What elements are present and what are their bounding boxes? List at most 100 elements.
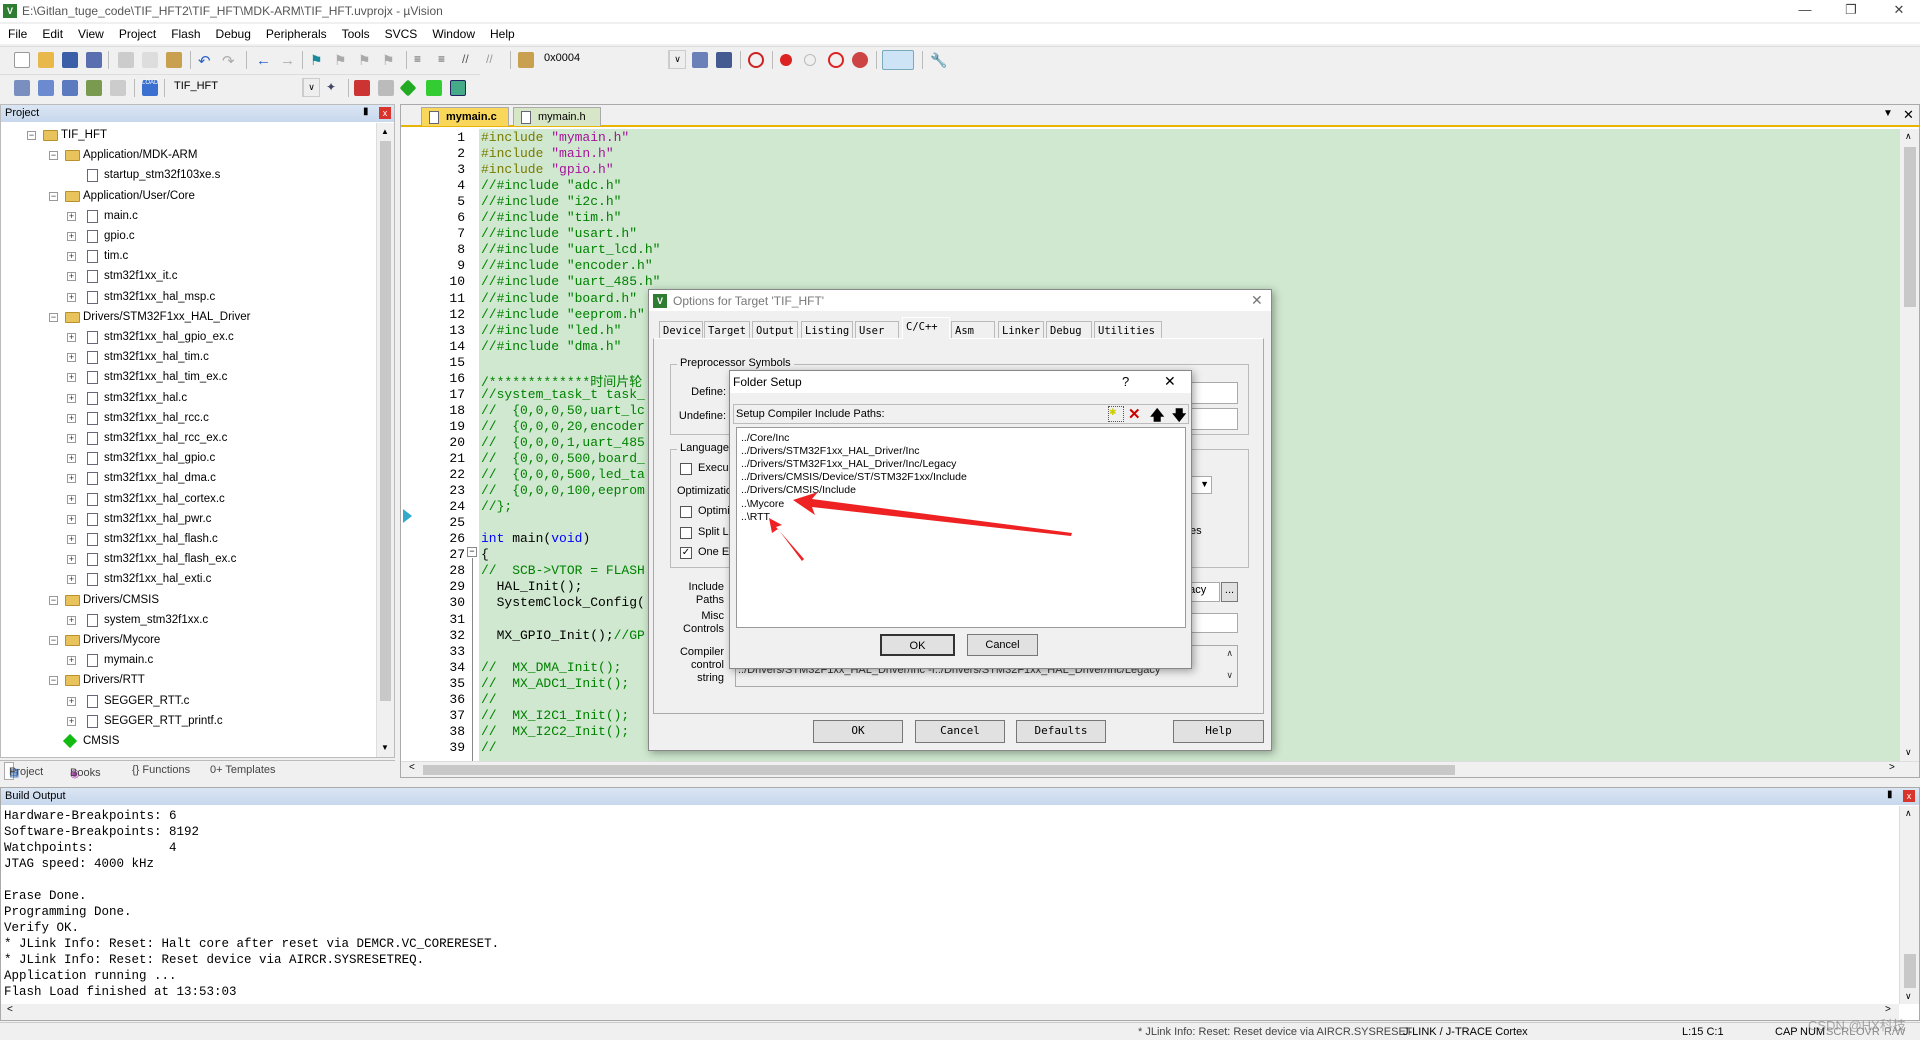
tree-item[interactable]: + gpio.c bbox=[1, 228, 371, 246]
expand-icon[interactable]: + bbox=[67, 535, 76, 544]
tree-item[interactable]: + stm32f1xx_hal_rcc_ex.c bbox=[1, 430, 371, 448]
tree-item[interactable]: + stm32f1xx_hal.c bbox=[1, 390, 371, 408]
close-tab-icon[interactable]: ✕ bbox=[1903, 107, 1914, 123]
tab-project[interactable]: ▦ Project bbox=[4, 762, 43, 780]
expand-icon[interactable]: + bbox=[67, 272, 76, 282]
close-dialog-button[interactable]: ✕ bbox=[1164, 373, 1176, 390]
address-combo[interactable]: 0x0004 bbox=[540, 50, 686, 69]
include-paths-list[interactable]: ../Core/Inc ../Drivers/STM32F1xx_HAL_Driv… bbox=[736, 427, 1186, 628]
options-tab-target[interactable]: Target bbox=[704, 321, 750, 339]
incremental-find-icon[interactable] bbox=[716, 52, 732, 68]
indent-icon[interactable]: ≡ bbox=[414, 52, 430, 68]
include-path-item[interactable]: ../Core/Inc bbox=[741, 432, 789, 444]
options-tab-utilities[interactable]: Utilities bbox=[1094, 321, 1162, 339]
scroll-thumb[interactable] bbox=[1904, 954, 1916, 988]
rebuild-icon[interactable] bbox=[62, 80, 78, 96]
tree-item[interactable]: + stm32f1xx_hal_pwr.c bbox=[1, 511, 371, 529]
tree-item[interactable]: − Drivers/CMSIS bbox=[1, 592, 371, 610]
disable-breakpoint-icon[interactable] bbox=[804, 54, 816, 66]
folder-ok-button[interactable]: OK bbox=[880, 634, 955, 656]
open-file-icon[interactable] bbox=[38, 52, 54, 68]
debug-session-icon[interactable] bbox=[748, 52, 764, 68]
options-tab-device[interactable]: Device bbox=[659, 321, 703, 339]
tab-templates[interactable]: 0+ Templates bbox=[210, 764, 276, 776]
options-tab-user[interactable]: User bbox=[855, 321, 899, 339]
paste-icon[interactable] bbox=[166, 52, 182, 68]
tab-list-dropdown-icon[interactable]: ▼ bbox=[1883, 108, 1893, 119]
close-panel-button[interactable]: x bbox=[1903, 790, 1915, 802]
undo-icon[interactable]: ↶ bbox=[198, 52, 214, 70]
unindent-icon[interactable]: ≡ bbox=[438, 52, 454, 68]
tree-item[interactable]: + SEGGER_RTT.c bbox=[1, 693, 371, 711]
build-vscroll[interactable]: ∧ ∨ bbox=[1899, 806, 1919, 1004]
tree-item[interactable]: + stm32f1xx_hal_cortex.c bbox=[1, 491, 371, 509]
tree-item[interactable]: − Application/MDK-ARM bbox=[1, 147, 371, 165]
options-tab-asm[interactable]: Asm bbox=[951, 321, 995, 339]
editor-hscroll[interactable]: < > bbox=[401, 761, 1919, 777]
target-dropdown[interactable]: ∨ bbox=[302, 78, 320, 97]
tree-item[interactable]: + stm32f1xx_hal_gpio.c bbox=[1, 450, 371, 468]
comment-icon[interactable]: // bbox=[462, 52, 478, 68]
browse-include-paths-button[interactable]: ... bbox=[1221, 582, 1238, 602]
options-tab-cc[interactable]: C/C++ bbox=[902, 317, 950, 339]
tree-item[interactable]: + stm32f1xx_hal_rcc.c bbox=[1, 410, 371, 428]
optimize-time-checkbox[interactable] bbox=[680, 506, 692, 518]
bookmark-icon[interactable]: ⚑ bbox=[310, 52, 326, 68]
define-input[interactable] bbox=[1190, 382, 1238, 404]
maximize-button[interactable]: ❐ bbox=[1836, 2, 1866, 20]
expand-icon[interactable]: + bbox=[67, 555, 76, 565]
tree-item[interactable]: + stm32f1xx_hal_gpio_ex.c bbox=[1, 329, 371, 347]
folder-cancel-button[interactable]: Cancel bbox=[967, 634, 1038, 656]
navigate-forward-icon[interactable]: → bbox=[280, 52, 296, 69]
scroll-left-icon[interactable]: < bbox=[7, 1004, 13, 1015]
expand-icon[interactable]: + bbox=[67, 413, 76, 423]
menu-svcs[interactable]: SVCS bbox=[377, 24, 425, 41]
tree-item[interactable]: − Drivers/RTT bbox=[1, 672, 371, 690]
menu-window[interactable]: Window bbox=[424, 24, 482, 41]
options-defaults-button[interactable]: Defaults bbox=[1016, 720, 1106, 743]
menu-view[interactable]: View bbox=[70, 24, 111, 41]
tree-item[interactable]: − Drivers/STM32F1xx_HAL_Driver bbox=[1, 309, 371, 327]
kill-all-breakpoints-icon[interactable] bbox=[852, 52, 868, 68]
tree-item[interactable]: − Drivers/Mycore bbox=[1, 632, 371, 650]
find-in-files-icon[interactable] bbox=[518, 52, 534, 68]
expand-icon[interactable]: + bbox=[67, 393, 76, 403]
include-path-item[interactable]: ../Drivers/STM32F1xx_HAL_Driver/Inc/Lega… bbox=[741, 458, 956, 470]
scroll-right-icon[interactable]: > bbox=[1885, 1004, 1891, 1015]
include-path-item[interactable]: ../Drivers/STM32F1xx_HAL_Driver/Inc bbox=[741, 445, 920, 457]
options-help-button[interactable]: Help bbox=[1173, 720, 1264, 743]
tree-item[interactable]: + stm32f1xx_hal_flash.c bbox=[1, 531, 371, 549]
expand-icon[interactable]: + bbox=[67, 353, 76, 363]
scroll-thumb[interactable] bbox=[1904, 147, 1916, 307]
tab-mymain-h[interactable]: mymain.h bbox=[513, 107, 601, 126]
scroll-left-icon[interactable]: < bbox=[409, 762, 415, 773]
tree-item[interactable]: startup_stm32f103xe.s bbox=[1, 167, 371, 185]
build-icon[interactable] bbox=[38, 80, 54, 96]
move-up-icon[interactable]: 🡅 bbox=[1150, 405, 1164, 429]
tree-item[interactable]: + stm32f1xx_hal_flash_ex.c bbox=[1, 551, 371, 569]
navigate-back-icon[interactable]: ← bbox=[256, 52, 272, 69]
project-scrollbar[interactable]: ▲ ▼ bbox=[376, 123, 394, 757]
options-tab-listing[interactable]: Listing bbox=[801, 321, 853, 339]
next-bookmark-icon[interactable]: ⚑ bbox=[358, 52, 374, 68]
undefine-input[interactable] bbox=[1190, 408, 1238, 430]
expand-icon[interactable]: + bbox=[67, 373, 76, 383]
include-path-item[interactable]: ../Drivers/CMSIS/Device/ST/STM32F1xx/Inc… bbox=[741, 471, 967, 483]
disable-all-breakpoints-icon[interactable] bbox=[828, 52, 844, 68]
close-window-button[interactable]: ✕ bbox=[1884, 2, 1914, 20]
expand-icon[interactable]: + bbox=[67, 494, 76, 504]
redo-icon[interactable]: ↷ bbox=[222, 52, 238, 70]
run-time-environment-icon[interactable] bbox=[450, 80, 466, 96]
file-extensions-icon[interactable] bbox=[354, 80, 370, 96]
options-for-target-icon[interactable]: ✦ bbox=[326, 80, 342, 96]
help-button[interactable]: ? bbox=[1122, 374, 1129, 389]
collapse-icon[interactable]: − bbox=[49, 191, 58, 201]
tree-item[interactable]: + stm32f1xx_hal_tim.c bbox=[1, 349, 371, 367]
stop-build-icon[interactable] bbox=[110, 80, 126, 96]
tree-item[interactable]: − Application/User/Core bbox=[1, 188, 371, 206]
address-dropdown[interactable]: ∨ bbox=[668, 50, 686, 69]
menu-project[interactable]: Project bbox=[111, 24, 163, 41]
expand-icon[interactable]: + bbox=[67, 252, 76, 262]
expand-icon[interactable]: + bbox=[67, 575, 76, 585]
pin-icon[interactable]: ▮ bbox=[1887, 789, 1893, 800]
